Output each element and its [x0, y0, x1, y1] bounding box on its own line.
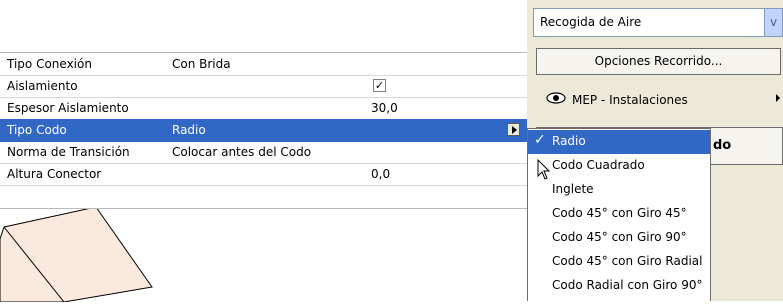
property-value[interactable]: 30,0 [371, 101, 398, 115]
property-value[interactable]: Radio [172, 123, 206, 137]
chevron-down-icon[interactable]: v [764, 9, 782, 36]
property-row-insulation[interactable]: Aislamiento ✓ [0, 75, 527, 98]
route-select-value: Recogida de Aire [540, 15, 642, 29]
property-label: Altura Conector [7, 167, 102, 181]
dropdown-item-inglete[interactable]: Inglete [528, 178, 710, 202]
partial-button-label: do [713, 138, 732, 153]
property-row-connector-height[interactable]: Altura Conector 0,0 [0, 163, 527, 186]
dropdown-open-button[interactable] [507, 123, 520, 136]
drawing-preview [0, 206, 527, 303]
dropdown-item-codo-45-giro-90[interactable]: Codo 45° con Giro 90° [528, 226, 710, 250]
property-value[interactable]: Con Brida [172, 57, 231, 71]
property-label: Tipo Codo [7, 123, 67, 137]
property-label: Norma de Transición [7, 145, 130, 159]
mouse-cursor-icon [537, 159, 551, 180]
property-row-insulation-thickness[interactable]: Espesor Aislamiento 30,0 [0, 97, 527, 120]
dropdown-item-label: Codo 45° con Giro Radial [552, 254, 703, 268]
dropdown-item-radio[interactable]: ✓ Radio [528, 130, 710, 154]
submenu-arrow-icon [776, 94, 780, 102]
dropdown-item-label: Codo Radial con Giro 90° [552, 278, 703, 292]
dropdown-item-label: Codo 45° con Giro 90° [552, 230, 687, 244]
dropdown-item-codo-45-giro-45[interactable]: Codo 45° con Giro 45° [528, 202, 710, 226]
elbow-type-dropdown[interactable]: ✓ Radio Codo Cuadrado Inglete Codo 45° c… [527, 128, 711, 301]
property-value[interactable]: 0,0 [371, 167, 390, 181]
property-label: Espesor Aislamiento [7, 101, 129, 115]
property-label: Aislamiento [7, 79, 78, 93]
dropdown-item-codo-45-giro-radial[interactable]: Codo 45° con Giro Radial [528, 250, 710, 274]
check-icon: ✓ [534, 132, 546, 148]
property-row-elbow-type[interactable]: Tipo Codo Radio [0, 119, 527, 142]
layer-label: MEP - Instalaciones [572, 93, 688, 107]
insulation-checkbox[interactable]: ✓ [373, 79, 386, 92]
dropdown-item-label: Codo Cuadrado [552, 158, 645, 172]
route-options-button[interactable]: Opciones Recorrido... [536, 48, 781, 75]
dropdown-item-codo-radial-giro-90[interactable]: Codo Radial con Giro 90° [528, 274, 710, 298]
duct-shape [0, 206, 153, 303]
property-value[interactable]: Colocar antes del Codo [172, 145, 311, 159]
dropdown-item-codo-cuadrado[interactable]: Codo Cuadrado [528, 154, 710, 178]
dropdown-item-label: Inglete [552, 182, 594, 196]
property-label: Tipo Conexión [7, 57, 92, 71]
property-row-connection-type[interactable]: Tipo Conexión Con Brida [0, 53, 527, 76]
eye-icon [546, 92, 566, 104]
properties-table: Tipo Conexión Con Brida Aislamiento ✓ Es… [0, 52, 527, 209]
route-select[interactable]: Recogida de Aire v [533, 8, 783, 37]
property-row-transition-rule[interactable]: Norma de Transición Colocar antes del Co… [0, 141, 527, 164]
dropdown-item-label: Radio [552, 134, 586, 148]
dropdown-item-label: Codo 45° con Giro 45° [552, 206, 687, 220]
layer-selector[interactable]: MEP - Instalaciones [536, 84, 781, 114]
